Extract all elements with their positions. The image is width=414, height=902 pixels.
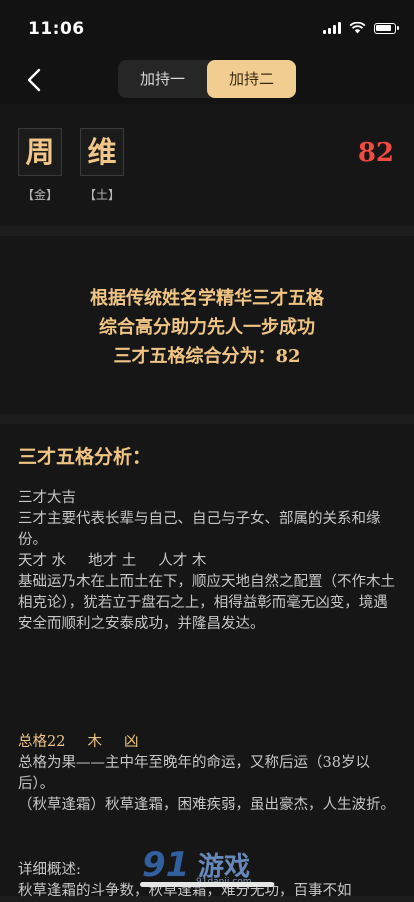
summary-line: 根据传统姓名学精华三才五格 [90,288,324,309]
tab-switcher: 加持一 加持二 [118,60,296,98]
char-element: 【金】 [21,188,58,202]
wifi-icon [349,22,366,34]
analysis-section: 三才五格分析： 三才大吉 三才主要代表长辈与自己、自己与子女、部属的关系和缘份。… [0,424,414,899]
analysis-title: 三才五格分析： [18,446,152,468]
sancai-result: 三才大吉 [18,490,76,506]
name-card: 周 【金】 维 【土】 82 [0,104,414,226]
status-icons [323,22,399,34]
zongge-label: 总格22 [18,734,66,750]
summary-card: 根据传统姓名学精华三才五格 综合高分助力先人一步成功 三才五格综合分为：82 [0,236,414,414]
tab-jiachi-1[interactable]: 加持一 [118,60,207,98]
sancai-block: 三才大吉 三才主要代表长辈与自己、自己与子女、部属的关系和缘份。 天才 水 地才 … [18,488,396,635]
summary-line: 综合高分助力先人一步成功 [99,317,315,338]
zongge-poem: （秋草逢霜）秋草逢霜，困难疾弱，虽出豪杰，人生波折。 [18,797,395,813]
sancai-elements: 天才 水 地才 土 人才 木 [18,551,396,572]
dicai: 地才 土 [88,553,137,569]
summary-line: 三才五格综合分为：82 [113,346,301,367]
basis-desc: 基础运乃木在上而土在下，顺应天地自然之配置（不作木土相克论），犹若立于盘石之上，… [18,574,395,632]
sancai-desc: 三才主要代表长辈与自己、自己与子女、部属的关系和缘份。 [18,511,381,548]
name-char-box: 周 [18,128,62,176]
status-time: 11:06 [28,19,85,39]
name-char-box: 维 [80,128,124,176]
nav-bar: 加持一 加持二 [0,56,414,104]
name-char: 周 [25,135,55,169]
battery-icon [374,22,399,34]
name-char: 维 [87,135,117,169]
signal-icon [323,22,341,34]
chevron-left-icon [27,68,41,92]
home-indicator[interactable] [140,882,274,887]
char-element: 【土】 [83,188,120,202]
zongge-desc: 总格为果——主中年至晚年的命运，又称后运（38岁以后）。 [18,755,370,792]
rencai: 人才 木 [158,553,207,569]
tab-jiachi-2[interactable]: 加持二 [207,60,296,98]
zongge-element: 木 [87,734,102,750]
svg-text:91: 91 [142,845,189,885]
zongge-luck: 凶 [123,734,139,750]
name-score: 82 [357,138,394,168]
tiancai: 天才 水 [18,553,67,569]
status-bar: 11:06 [0,0,414,56]
zongge-header: 总格22 木 凶 [18,732,396,753]
back-button[interactable] [18,64,50,96]
zongge-block: 总格22 木 凶 总格为果——主中年至晚年的命运，又称后运（38岁以后）。 （秋草逢… [18,732,396,816]
